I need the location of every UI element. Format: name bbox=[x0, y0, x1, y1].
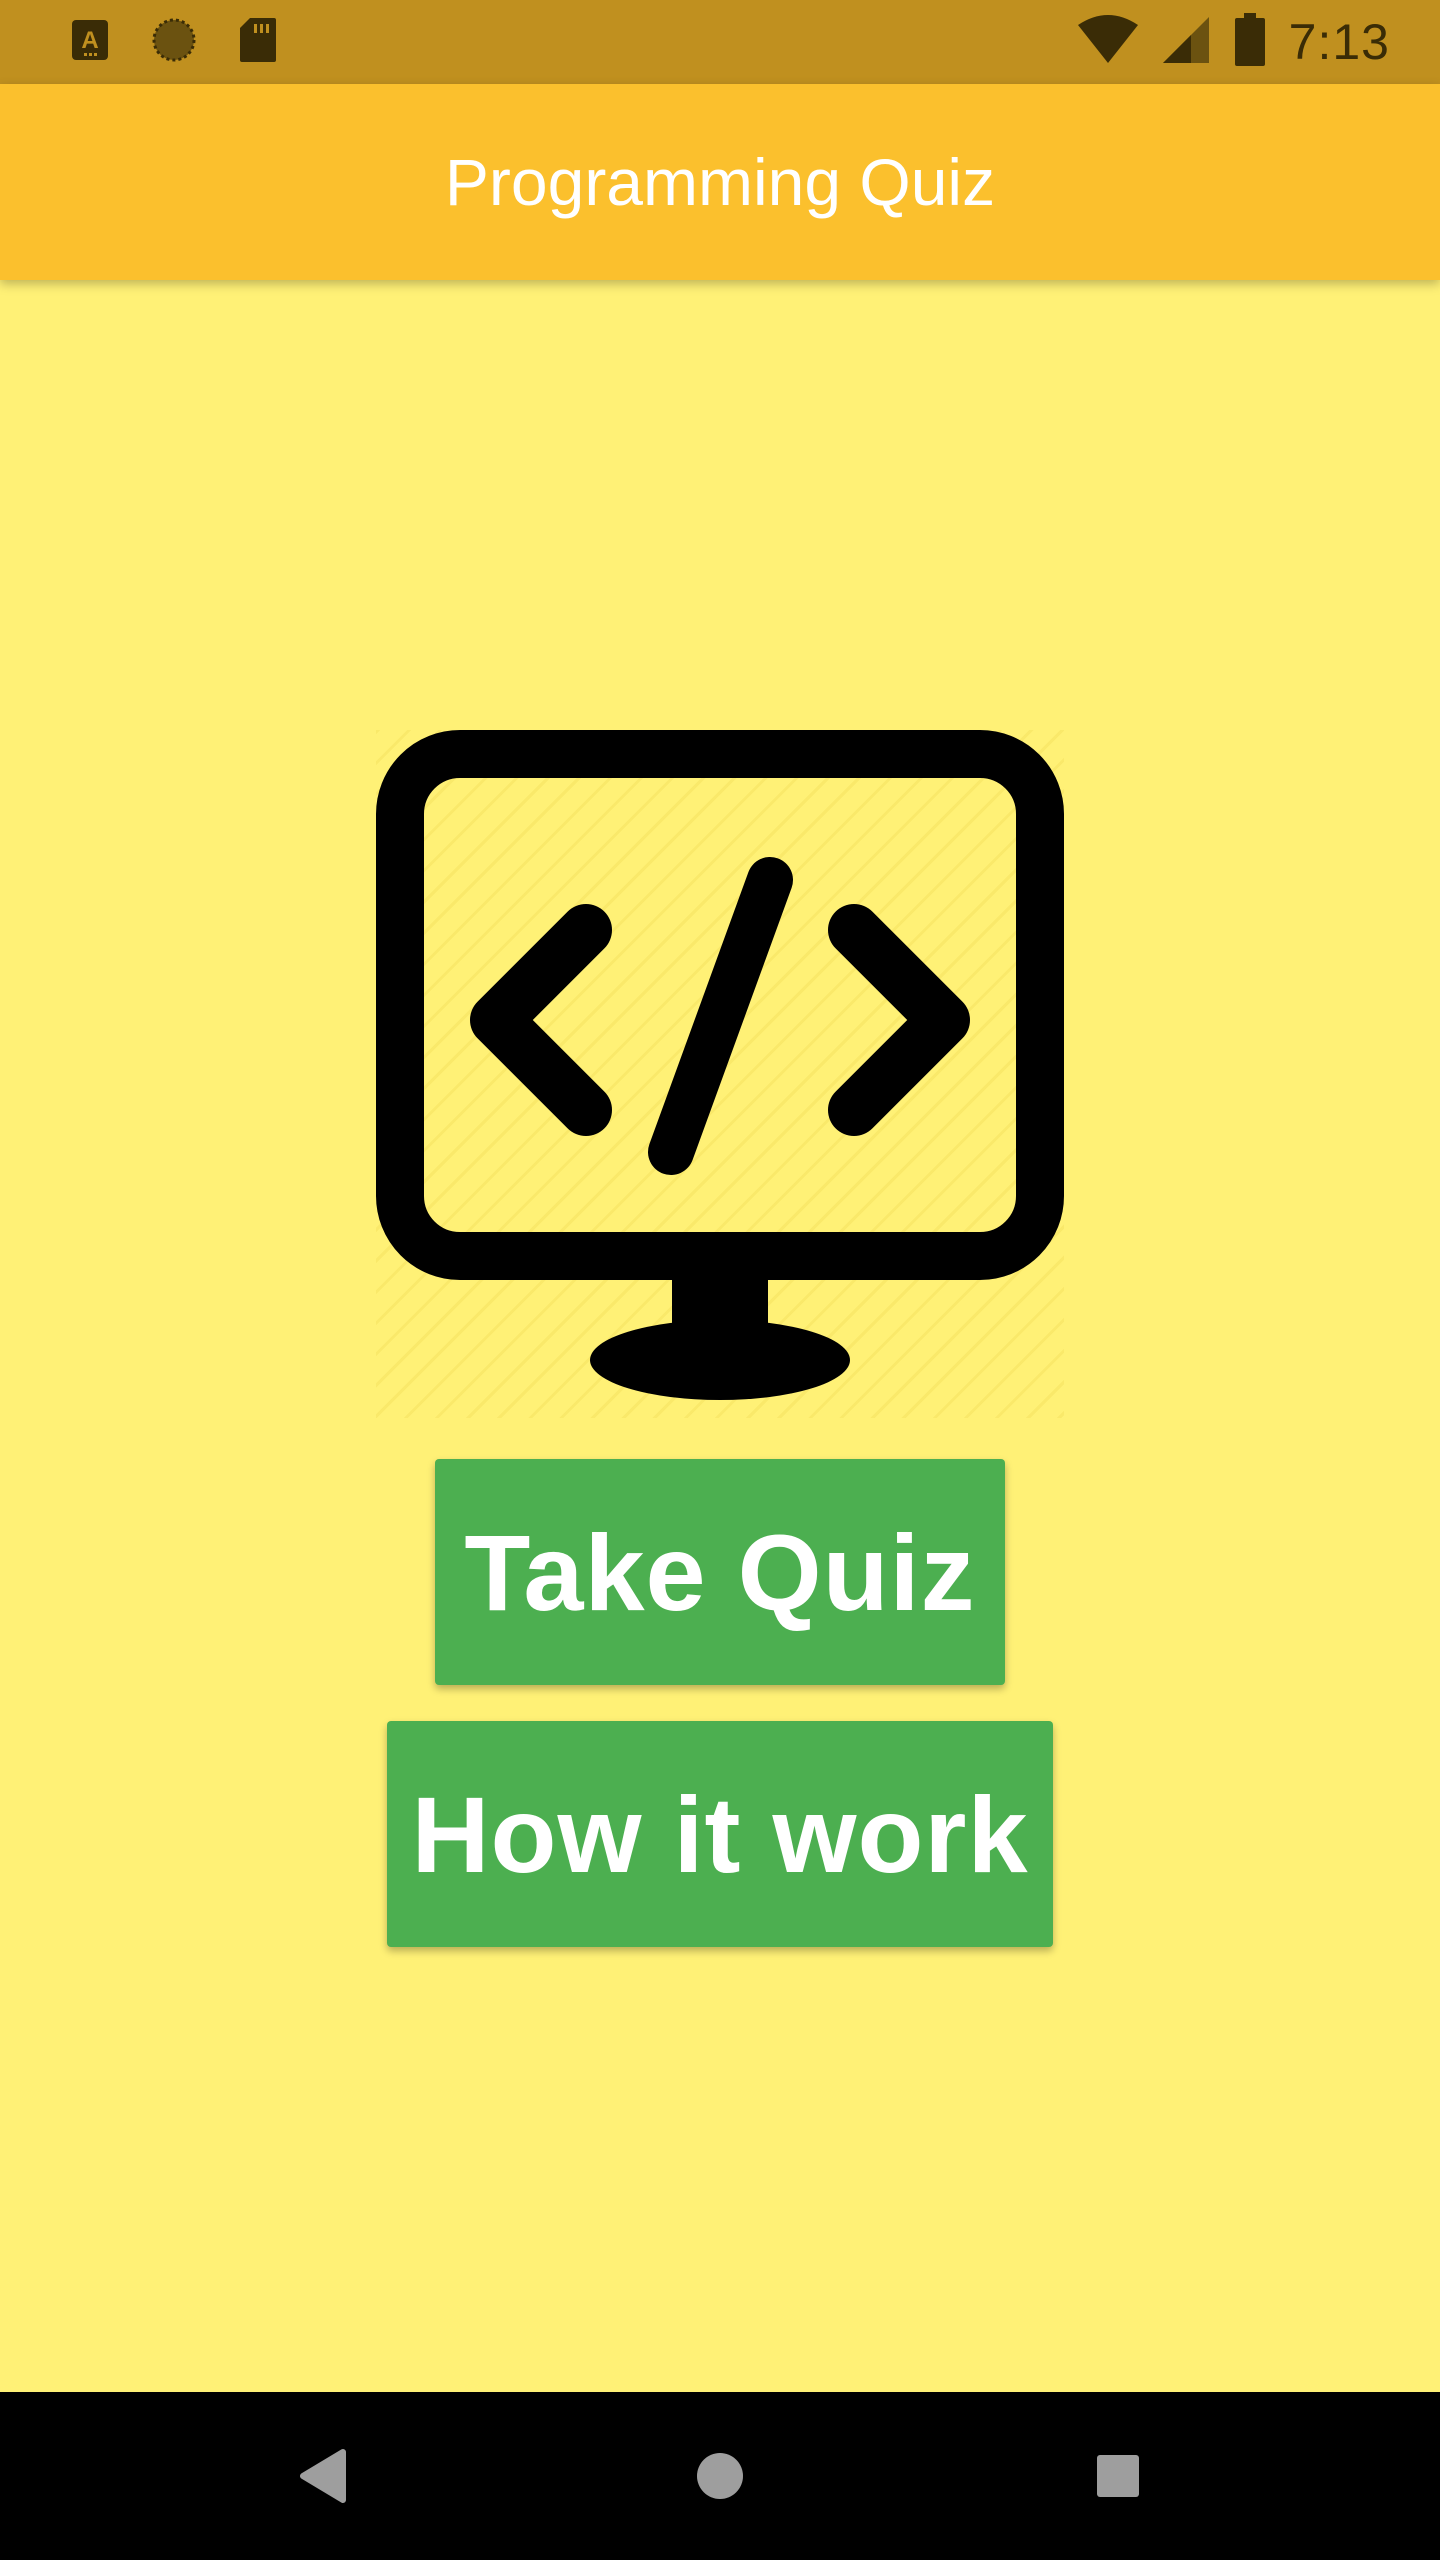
notification-icons: A bbox=[70, 16, 278, 69]
hero-image bbox=[376, 730, 1064, 1418]
monitor-code-icon bbox=[376, 730, 1064, 1400]
main-content: Take Quiz How it work bbox=[0, 280, 1440, 2392]
clock: 7:13 bbox=[1288, 14, 1390, 70]
home-icon[interactable] bbox=[680, 2436, 760, 2516]
take-quiz-button[interactable]: Take Quiz bbox=[435, 1459, 1005, 1685]
svg-text:A: A bbox=[81, 27, 98, 54]
sd-card-icon bbox=[238, 16, 278, 69]
system-icons: 7:13 bbox=[1077, 12, 1390, 72]
app-title: Programming Quiz bbox=[444, 145, 996, 219]
sync-icon bbox=[150, 16, 198, 69]
wifi-icon bbox=[1077, 14, 1139, 70]
navigation-bar bbox=[0, 2392, 1440, 2560]
recents-icon[interactable] bbox=[1078, 2436, 1158, 2516]
battery-icon bbox=[1233, 12, 1267, 72]
cell-signal-icon bbox=[1161, 15, 1211, 70]
how-it-work-label: How it work bbox=[411, 1773, 1029, 1895]
take-quiz-label: Take Quiz bbox=[464, 1511, 976, 1633]
font-icon: A bbox=[70, 18, 110, 67]
how-it-work-button[interactable]: How it work bbox=[387, 1721, 1053, 1947]
status-bar: A 7:13 bbox=[0, 0, 1440, 84]
app-bar: Programming Quiz bbox=[0, 84, 1440, 280]
back-icon[interactable] bbox=[282, 2436, 362, 2516]
